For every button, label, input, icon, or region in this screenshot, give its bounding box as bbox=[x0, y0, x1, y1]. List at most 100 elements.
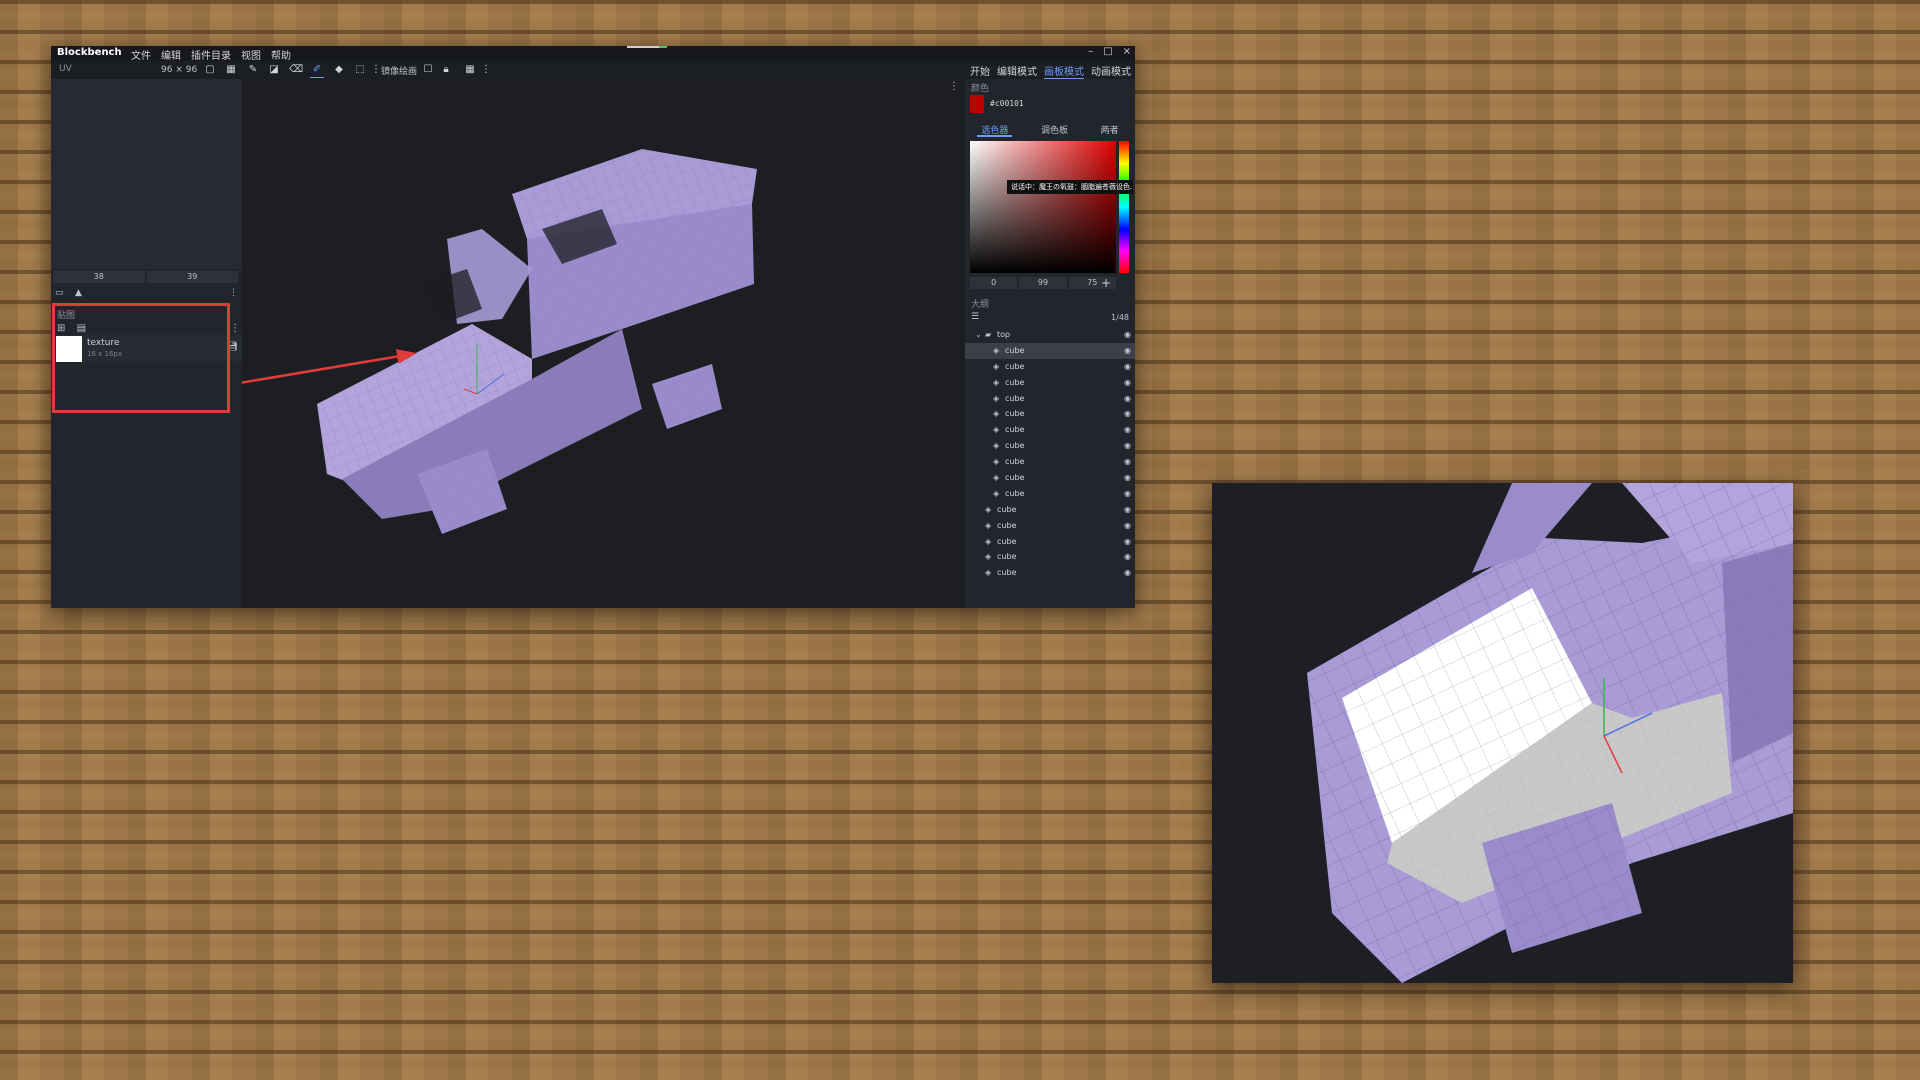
menu-help[interactable]: 帮助 bbox=[271, 47, 291, 62]
outliner-item-label: cube bbox=[1005, 425, 1025, 435]
frame-icon[interactable]: ▭ bbox=[55, 288, 64, 298]
outliner-item-label: cube bbox=[1005, 377, 1025, 387]
minimize-button[interactable]: – bbox=[1088, 46, 1093, 57]
eye-icon[interactable]: ◉ bbox=[1124, 441, 1131, 450]
cube-icon: ◈ bbox=[993, 441, 1000, 451]
outliner-item[interactable]: ◈ cube ◉ bbox=[965, 342, 1135, 359]
eye-icon[interactable]: ◉ bbox=[1124, 489, 1131, 498]
outliner-group[interactable]: ⌄ ▰ top ◉ bbox=[965, 327, 1135, 343]
cube-icon: ◈ bbox=[993, 457, 1000, 467]
outliner-item[interactable]: ◈ cube ◉ bbox=[965, 534, 1135, 550]
tab-both[interactable]: 两者 bbox=[1097, 123, 1123, 137]
vehicle-model[interactable] bbox=[317, 149, 757, 534]
fill-bucket-icon[interactable]: ◪ bbox=[267, 63, 281, 77]
eye-icon[interactable]: ◉ bbox=[1124, 505, 1131, 514]
menu-view[interactable]: 视图 bbox=[241, 47, 261, 62]
maximize-button[interactable]: □ bbox=[1103, 46, 1112, 57]
outliner-item-label: cube bbox=[1005, 345, 1025, 355]
warning-icon[interactable]: ▲ bbox=[75, 288, 82, 298]
eye-icon[interactable]: ◉ bbox=[1124, 409, 1131, 418]
menu-icon[interactable]: ☰ bbox=[971, 312, 979, 322]
outliner-item-label: cube bbox=[1005, 393, 1025, 403]
menu-file[interactable]: 文件 bbox=[131, 47, 151, 62]
close-button[interactable]: × bbox=[1123, 46, 1131, 57]
eye-icon[interactable]: ◉ bbox=[1124, 457, 1131, 466]
selection-icon[interactable]: ⬚ bbox=[353, 63, 367, 77]
group-name: top bbox=[997, 330, 1011, 339]
outliner-item[interactable]: ◈ cube ◉ bbox=[965, 486, 1135, 502]
menu-plugins[interactable]: 插件目录 bbox=[191, 47, 231, 62]
outliner-item[interactable]: ◈ cube ◉ bbox=[965, 549, 1135, 565]
outliner-item[interactable]: ◈ cube ◉ bbox=[965, 470, 1135, 486]
hue-slider[interactable] bbox=[1119, 141, 1129, 273]
uv-coord-y[interactable]: 39 bbox=[146, 271, 238, 283]
pencil-icon[interactable]: ✐ bbox=[310, 63, 324, 78]
outliner-item-label: cube bbox=[1005, 361, 1025, 371]
outliner-item-label: cube bbox=[1005, 488, 1025, 498]
eye-icon[interactable]: ◉ bbox=[1124, 362, 1131, 371]
eye-icon[interactable]: ◉ bbox=[1124, 537, 1131, 546]
toolbar-menu-icon[interactable]: ⋮ bbox=[479, 63, 493, 77]
eye-icon[interactable]: ◉ bbox=[1124, 568, 1131, 577]
checkbox-icon[interactable]: ☐ bbox=[421, 63, 435, 77]
eye-icon[interactable]: ◉ bbox=[1124, 394, 1131, 403]
eye-icon[interactable]: ◉ bbox=[1124, 346, 1131, 355]
color-hex-value[interactable]: #c00101 bbox=[990, 99, 1024, 108]
uv-coord-x[interactable]: 38 bbox=[53, 271, 145, 283]
eye-icon[interactable]: ◉ bbox=[1124, 473, 1131, 482]
outliner-item[interactable]: ◈ cube ◉ bbox=[965, 422, 1135, 438]
cube-icon: ◈ bbox=[985, 568, 992, 578]
eye-icon[interactable]: ◉ bbox=[1124, 552, 1131, 561]
outliner-item[interactable]: ◈ cube ◉ bbox=[965, 359, 1135, 375]
outliner-item[interactable]: ◈ cube ◉ bbox=[965, 502, 1135, 518]
brush-icon[interactable]: ✎ bbox=[246, 63, 260, 77]
color-picker[interactable] bbox=[970, 141, 1116, 273]
mode-selector: 开始 编辑模式 画板模式 动画模式 bbox=[970, 63, 1131, 79]
uv-coordinates: 38 39 bbox=[53, 271, 238, 283]
uv-editor[interactable] bbox=[51, 79, 242, 269]
texture-menu-icon[interactable]: ⋮ bbox=[230, 323, 240, 334]
grid-toggle-icon[interactable]: ▦ bbox=[463, 63, 477, 77]
menu-edit[interactable]: 编辑 bbox=[161, 47, 181, 62]
outliner-item-label: cube bbox=[997, 504, 1017, 514]
hue-value[interactable]: 0 bbox=[970, 277, 1018, 289]
eye-icon[interactable]: ◉ bbox=[1124, 378, 1131, 387]
chevron-down-icon[interactable]: ⌄ bbox=[975, 330, 982, 339]
eye-icon[interactable]: ◉ bbox=[1124, 521, 1131, 530]
outliner-item-label: cube bbox=[1005, 409, 1025, 419]
outliner-item-label: cube bbox=[997, 520, 1017, 530]
model-render bbox=[191, 149, 757, 534]
lock-icon[interactable]: 🔒︎ bbox=[439, 63, 453, 77]
eye-icon[interactable]: ◉ bbox=[1124, 425, 1131, 434]
color-panel-title: 颜色 bbox=[971, 84, 990, 94]
color-swatch[interactable] bbox=[970, 95, 984, 113]
mode-edit[interactable]: 编辑模式 bbox=[997, 63, 1037, 79]
mirror-paint-toggle[interactable]: 镜像绘画 bbox=[381, 64, 417, 77]
eraser-icon[interactable]: ⌫ bbox=[289, 63, 303, 77]
viewport-menu-icon[interactable]: ⋮ bbox=[949, 81, 959, 92]
blockbench-window: Blockbench 文件 编辑 插件目录 视图 帮助 – □ × UV 96 … bbox=[51, 46, 1135, 608]
cube-icon: ◈ bbox=[993, 425, 1000, 435]
outliner-item[interactable]: ◈ cube ◉ bbox=[965, 518, 1135, 534]
outliner-item[interactable]: ◈ cube ◉ bbox=[965, 375, 1135, 391]
square-icon[interactable]: ▢ bbox=[203, 63, 217, 77]
eye-icon[interactable]: ◉ bbox=[1124, 330, 1131, 339]
add-color-button[interactable]: + bbox=[1101, 276, 1111, 290]
outliner-item[interactable]: ◈ cube ◉ bbox=[965, 406, 1135, 422]
mode-paint[interactable]: 画板模式 bbox=[1044, 63, 1084, 79]
outliner-item[interactable]: ◈ cube ◉ bbox=[965, 438, 1135, 454]
tab-palette[interactable]: 调色板 bbox=[1037, 123, 1072, 137]
outliner-item[interactable]: ◈ cube ◉ bbox=[965, 454, 1135, 470]
zoomed-model-render bbox=[1307, 483, 1793, 983]
saturation-value[interactable]: 99 bbox=[1019, 277, 1067, 289]
uv-menu-icon[interactable]: ⋮ bbox=[229, 288, 238, 298]
mode-animate[interactable]: 动画模式 bbox=[1091, 63, 1131, 79]
outliner-item[interactable]: ◈ cube ◉ bbox=[965, 391, 1135, 407]
mode-start[interactable]: 开始 bbox=[970, 63, 990, 79]
tab-picker[interactable]: 选色器 bbox=[977, 123, 1013, 137]
outliner-item[interactable]: ◈ cube ◉ bbox=[965, 565, 1135, 581]
3d-viewport[interactable]: ⋮ bbox=[191, 79, 965, 608]
shapes-icon[interactable]: ◆ bbox=[332, 63, 346, 77]
app-name: Blockbench bbox=[57, 47, 122, 58]
grid-icon[interactable]: ▦ bbox=[224, 63, 238, 77]
